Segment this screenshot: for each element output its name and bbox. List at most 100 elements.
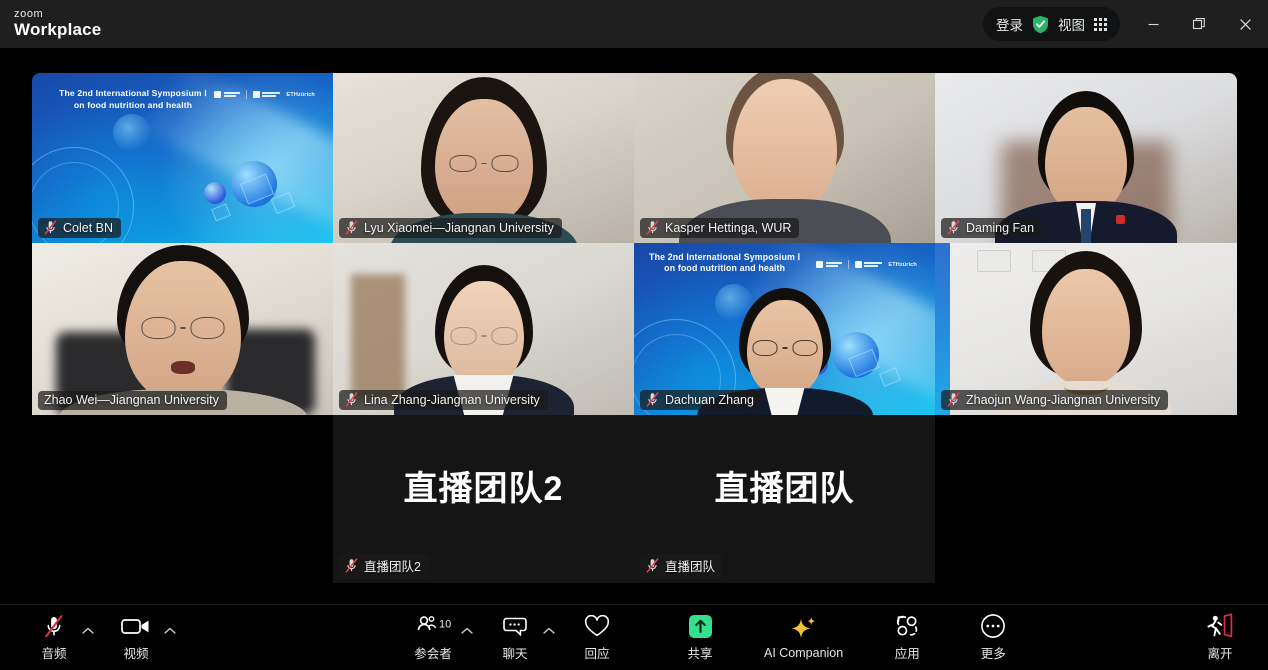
heart-icon [584,613,610,639]
participant-name-badge: Daming Fan [941,218,1043,238]
close-button[interactable] [1222,0,1268,48]
muted-microphone-icon [646,392,659,407]
title-bar-right: 登录 视图 [983,0,1268,48]
participant-name-badge: 直播团队 [640,554,724,578]
share-label: 共享 [687,647,713,661]
svg-text:10: 10 [439,619,451,631]
participant-name: Colet BN [63,220,114,235]
minimize-button[interactable] [1130,0,1176,48]
video-options-chevron[interactable] [164,608,176,668]
meeting-toolbar: 音频 视频 10 参会者 聊天 回应 共享 AI Companion 应用 更多… [0,604,1268,670]
more-ellipsis-icon [980,613,1006,639]
muted-microphone-icon [345,220,358,235]
muted-microphone-icon [947,392,960,407]
participant-display-name-large: 直播团队2 [403,469,564,508]
participant-name: Lyu Xiaomei—Jiangnan University [364,220,554,235]
reactions-label: 回应 [584,647,610,661]
camera-icon [121,613,151,639]
participant-name: Zhaojun Wang-Jiangnan University [966,392,1161,407]
eth-logo-text: ETHzürich [286,91,315,98]
audio-options-chevron[interactable] [82,608,94,668]
leave-label: 离开 [1207,647,1233,661]
participants-button[interactable]: 10 参会者 [405,608,461,668]
chat-options-chevron[interactable] [543,608,555,668]
participant-name: Zhao Wei—Jiangnan University [44,393,219,407]
more-label: 更多 [980,647,1006,661]
share-screen-icon [688,613,712,639]
share-button[interactable]: 共享 [672,608,728,668]
ai-sparkle-icon [790,616,818,642]
institution-logos: ETHzürich [816,260,917,270]
participants-icon: 10 [413,613,453,639]
apps-button[interactable]: 应用 [879,608,935,668]
grid-view-icon[interactable] [1094,17,1107,31]
toolbar-right-group: 共享 AI Companion 应用 更多 [672,608,1021,668]
chat-label: 聊天 [502,647,528,661]
participant-name-badge: Zhaojun Wang-Jiangnan University [941,390,1169,410]
participant-name-badge: Colet BN [38,218,122,238]
participant-name-badge: 直播团队2 [339,554,429,578]
participant-tile[interactable]: Kasper Hettinga, WUR [634,73,935,243]
video-button[interactable]: 视频 [108,608,164,668]
leave-meeting-button[interactable]: 离开 [1192,608,1248,668]
participant-tile[interactable]: Daming Fan [935,73,1237,243]
muted-microphone-icon [44,220,57,235]
chat-bubble-icon [502,613,528,639]
toolbar-center-group: 10 参会者 聊天 回应 [405,608,625,668]
participant-name: Lina Zhang-Jiangnan University [364,392,540,407]
muted-microphone-icon [646,220,659,235]
participant-tile[interactable]: Zhaojun Wang-Jiangnan University [935,243,1237,415]
apps-label: 应用 [894,647,920,661]
participant-video [32,243,333,415]
muted-microphone-icon [345,558,358,573]
maximize-restore-button[interactable] [1176,0,1222,48]
brand-workplace-text: Workplace [14,19,102,39]
participant-name-badge: Dachuan Zhang [640,390,762,410]
virtual-background-title: The 2nd International Symposium Ⅰ on foo… [59,88,207,110]
video-stage: The 2nd International Symposium Ⅰ on foo… [0,48,1268,604]
toolbar-left-group: 音频 视频 [26,608,176,668]
chat-button[interactable]: 聊天 [487,608,543,668]
participant-name-badge: Lina Zhang-Jiangnan University [339,390,548,410]
participants-options-chevron[interactable] [461,608,473,668]
participant-tile[interactable]: 直播团队2 直播团队2 [333,415,634,583]
participant-name: Daming Fan [966,220,1035,235]
participant-tile[interactable]: 直播团队 直播团队 [634,415,935,583]
participant-tile[interactable]: Lyu Xiaomei—Jiangnan University [333,73,634,243]
view-button[interactable]: 视图 [1058,14,1085,34]
muted-microphone-icon [947,220,960,235]
login-button[interactable]: 登录 [996,14,1023,34]
more-button[interactable]: 更多 [965,608,1021,668]
institution-logos: ETHzürich [214,90,315,99]
participants-label: 参会者 [414,647,452,661]
virtual-background-title: The 2nd International Symposium Ⅰ on foo… [649,251,801,274]
participant-name: Kasper Hettinga, WUR [665,220,792,235]
eth-logo-text: ETHzürich [888,261,917,268]
microphone-muted-icon [42,613,66,639]
account-view-pill: 登录 视图 [983,7,1120,41]
leave-door-icon [1206,613,1234,639]
participant-grid: The 2nd International Symposium Ⅰ on foo… [32,73,1237,583]
security-shield-icon[interactable] [1032,15,1049,34]
ai-companion-button[interactable]: AI Companion [758,608,849,668]
reactions-button[interactable]: 回应 [569,608,625,668]
muted-microphone-icon [646,558,659,573]
participant-name-badge: Lyu Xiaomei—Jiangnan University [339,218,562,238]
participant-name-badge: Zhao Wei—Jiangnan University [38,391,227,410]
apps-icon [894,613,920,639]
participant-tile[interactable]: Lina Zhang-Jiangnan University [333,243,634,415]
participant-name: Dachuan Zhang [665,392,754,407]
audio-button[interactable]: 音频 [26,608,82,668]
participant-display-name-large: 直播团队 [714,469,855,508]
ai-companion-label: AI Companion [764,645,844,660]
participant-name: 直播团队 [665,560,716,574]
app-brand: zoom Workplace [14,9,101,38]
participant-tile[interactable]: The 2nd International Symposium Ⅰ on foo… [634,243,935,415]
video-label: 视频 [123,647,149,661]
participant-tile[interactable]: The 2nd International Symposium Ⅰ on foo… [32,73,333,243]
muted-microphone-icon [345,392,358,407]
participant-tile-active-speaker[interactable]: Zhao Wei—Jiangnan University [32,243,333,415]
title-bar: zoom Workplace 登录 视图 [0,0,1268,48]
audio-label: 音频 [41,647,67,661]
participant-name-badge: Kasper Hettinga, WUR [640,218,800,238]
